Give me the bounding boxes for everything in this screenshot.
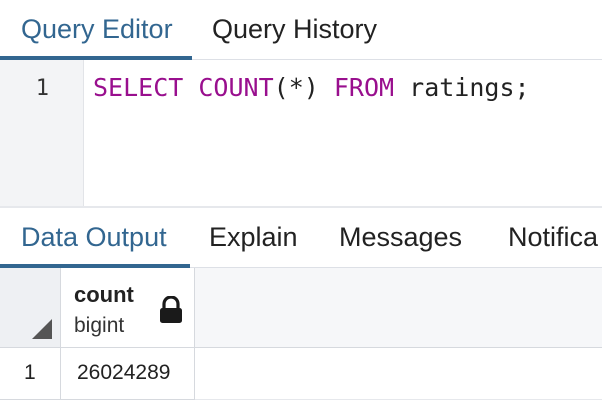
tab-messages[interactable]: Messages bbox=[339, 208, 462, 268]
select-all-corner[interactable] bbox=[0, 268, 61, 348]
column-header-count[interactable]: count bigint bbox=[61, 268, 195, 348]
keyword-select: SELECT bbox=[93, 73, 184, 102]
line-gutter: 1 bbox=[0, 60, 84, 206]
tab-query-editor[interactable]: Query Editor bbox=[21, 0, 173, 60]
row-number[interactable]: 1 bbox=[0, 348, 61, 400]
table-cell[interactable]: 26024289 bbox=[61, 348, 195, 400]
column-type: bigint bbox=[74, 314, 125, 337]
table-name: ratings; bbox=[409, 73, 530, 102]
tab-query-history[interactable]: Query History bbox=[212, 0, 377, 60]
result-grid: count bigint 1 26024289 bbox=[0, 268, 602, 402]
line-number: 1 bbox=[35, 76, 49, 101]
column-name: count bbox=[74, 282, 134, 307]
header-empty-area bbox=[195, 268, 602, 348]
tab-data-output[interactable]: Data Output bbox=[21, 208, 167, 268]
keyword-from: FROM bbox=[333, 73, 395, 102]
lock-icon bbox=[160, 296, 182, 323]
corner-triangle-icon bbox=[32, 319, 52, 339]
sql-code-line[interactable]: SELECT COUNT(*) FROM ratings; bbox=[93, 73, 530, 102]
count-argument: (*) bbox=[273, 73, 319, 102]
row-empty-area bbox=[195, 348, 602, 400]
output-tabbar: Data Output Explain Messages Notifica bbox=[0, 208, 602, 268]
keyword-count: COUNT bbox=[198, 73, 274, 102]
editor-tabbar: Query Editor Query History bbox=[0, 0, 602, 60]
sql-editor[interactable]: 1 SELECT COUNT(*) FROM ratings; bbox=[0, 60, 602, 206]
tab-notifications[interactable]: Notifica bbox=[508, 208, 598, 268]
tab-explain[interactable]: Explain bbox=[209, 208, 298, 268]
